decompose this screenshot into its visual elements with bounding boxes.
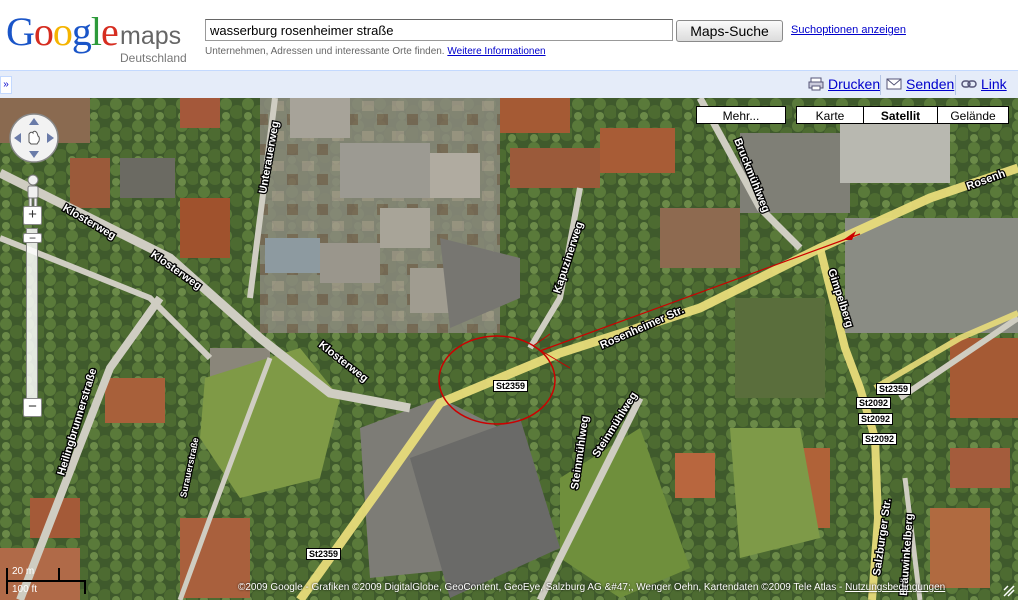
toolbar-divider xyxy=(880,75,881,95)
more-layers-button[interactable]: Mehr... xyxy=(696,106,786,124)
route-shield: St2359 xyxy=(493,380,529,392)
copyright-text: ©2009 Google - Grafiken ©2009 DigitalGlo… xyxy=(238,582,843,593)
header: Google maps Deutschland Maps-Suche Sucho… xyxy=(0,0,1018,68)
map-scale: 20 m 100 ft xyxy=(6,566,96,596)
printer-icon xyxy=(808,77,824,91)
print-button[interactable]: Drucken xyxy=(808,76,880,92)
send-button[interactable]: Senden xyxy=(886,76,954,92)
satellite-imagery: Klosterweg Klosterweg Klosterweg Unterau… xyxy=(0,98,1018,600)
map-toolbar: » Drucken Senden Link xyxy=(0,70,1018,99)
link-button[interactable]: Link xyxy=(961,76,1007,92)
chain-link-icon xyxy=(961,80,977,88)
maps-logo-text: maps xyxy=(120,22,182,50)
resize-corner-icon[interactable] xyxy=(1002,584,1016,598)
google-logo-text: Google xyxy=(6,9,119,54)
toolbar-divider xyxy=(955,75,956,95)
more-info-link[interactable]: Weitere Informationen xyxy=(447,46,545,57)
country-label: Deutschland xyxy=(120,51,187,65)
collapse-panel-button[interactable]: » xyxy=(0,76,12,94)
terms-of-use-link[interactable]: Nutzungsbedingungen xyxy=(845,582,945,593)
zoom-in-button[interactable]: + xyxy=(23,206,42,225)
search-hint: Unternehmen, Adressen und interessante O… xyxy=(205,46,546,57)
scale-tick xyxy=(84,582,86,594)
send-label: Senden xyxy=(906,76,955,92)
route-shield: St2092 xyxy=(856,397,892,409)
copyright-notice: ©2009 Google - Grafiken ©2009 DigitalGlo… xyxy=(238,582,945,593)
map-type-terrain-button[interactable]: Gelände xyxy=(937,106,1009,124)
google-maps-logo[interactable]: Google maps Deutschland xyxy=(6,9,201,65)
zoom-slider-track[interactable] xyxy=(26,228,38,400)
pegman-icon[interactable] xyxy=(22,174,44,208)
scale-imperial-label: 100 ft xyxy=(12,584,38,595)
zoom-slider-handle[interactable]: − xyxy=(23,232,42,244)
scale-tick xyxy=(58,568,60,580)
pan-compass-icon xyxy=(9,113,59,163)
route-shield: St2359 xyxy=(306,548,342,560)
map-type-satellite-button[interactable]: Satellit xyxy=(863,106,938,124)
pan-control[interactable] xyxy=(8,112,60,164)
print-label: Drucken xyxy=(828,76,881,92)
scale-bar xyxy=(6,580,86,582)
map-type-map-button[interactable]: Karte xyxy=(796,106,864,124)
route-shield: St2092 xyxy=(858,413,894,425)
satellite-map[interactable]: Klosterweg Klosterweg Klosterweg Unterau… xyxy=(0,98,1018,600)
scale-metric-label: 20 m xyxy=(12,566,35,577)
link-label: Link xyxy=(981,76,1007,92)
scale-tick xyxy=(6,568,8,594)
search-hint-text: Unternehmen, Adressen und interessante O… xyxy=(205,46,445,57)
route-shield: St2092 xyxy=(862,433,898,445)
search-input[interactable] xyxy=(205,19,673,41)
page-bottom-edge xyxy=(0,600,1018,604)
zoom-out-button[interactable]: − xyxy=(23,398,42,417)
search-options-link[interactable]: Suchoptionen anzeigen xyxy=(791,24,906,36)
route-shield: St2359 xyxy=(876,383,912,395)
envelope-icon xyxy=(886,78,902,90)
maps-search-button[interactable]: Maps-Suche xyxy=(676,20,783,42)
